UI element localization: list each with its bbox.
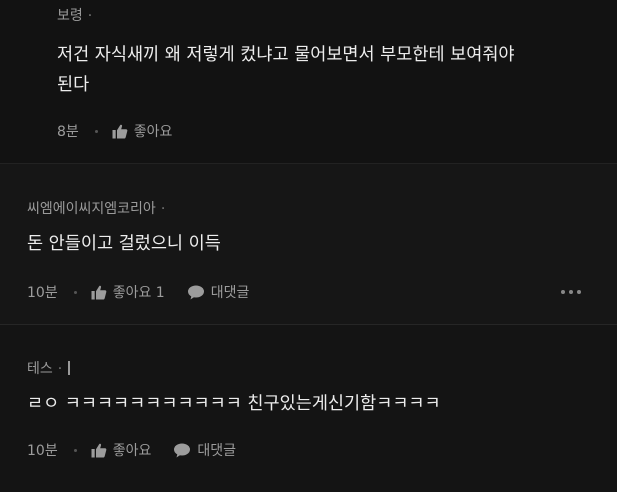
comment-item: 씨엠에이씨지엠코리아 · 돈 안들이고 걸렀으니 이득 10분 좋아요 1 대댓글	[0, 163, 617, 324]
comment-text: 저건 자식새끼 왜 저렇게 컸냐고 물어보면서 부모한테 보여줘야 된다	[57, 45, 515, 95]
comment-time: 8분	[57, 124, 79, 140]
comment-text: 돈 안들이고 걸렀으니 이득	[27, 234, 221, 254]
meta-separator	[73, 290, 77, 294]
like-button[interactable]: 좋아요 1	[91, 282, 165, 302]
like-button[interactable]: 좋아요	[91, 440, 152, 460]
reply-label: 대댓글	[197, 443, 236, 459]
comment-meta: 8분 좋아요	[57, 121, 194, 141]
author-dot: ·	[57, 361, 63, 377]
meta-separator	[94, 129, 98, 133]
author-dot: ·	[160, 201, 166, 217]
comment-list: 보령 · 저건 자식새끼 왜 저렇게 컸냐고 물어보면서 부모한테 보여줘야 된다…	[0, 0, 617, 492]
author-name[interactable]: 테스	[27, 361, 53, 377]
comment-text: ㄹㅇ ㅋㅋㅋㅋㅋㅋㅋㅋㅋㅋㅋ 친구있는게신기함ㅋㅋㅋㅋ	[27, 394, 441, 414]
speech-bubble-icon	[174, 443, 191, 457]
reply-button[interactable]: 대댓글	[187, 282, 250, 302]
like-button[interactable]: 좋아요	[112, 121, 173, 141]
text-cursor	[68, 361, 71, 375]
more-horizontal-icon	[561, 290, 565, 294]
comment-time: 10분	[27, 443, 58, 459]
thumbs-up-icon	[112, 124, 128, 138]
comment-time: 10분	[27, 285, 58, 301]
comment-item-reply: 보령 · 저건 자식새끼 왜 저렇게 컸냐고 물어보면서 부모한테 보여줘야 된다…	[0, 0, 617, 163]
reply-button[interactable]: 대댓글	[173, 440, 236, 460]
thumbs-up-icon	[91, 285, 107, 299]
like-label: 좋아요	[133, 124, 173, 140]
comment-author[interactable]: 테스 ·	[27, 358, 71, 378]
more-options-button[interactable]	[561, 290, 581, 294]
comment-author[interactable]: 보령 ·	[57, 5, 92, 25]
meta-separator	[73, 448, 77, 452]
speech-bubble-icon	[187, 285, 204, 299]
comment-author[interactable]: 씨엠에이씨지엠코리아 ·	[27, 198, 165, 218]
author-dot: ·	[87, 8, 93, 24]
thumbs-up-icon	[91, 443, 107, 457]
comment-meta: 10분 좋아요 1 대댓글	[27, 282, 249, 302]
comment-item: 테스 · ㄹㅇ ㅋㅋㅋㅋㅋㅋㅋㅋㅋㅋㅋ 친구있는게신기함ㅋㅋㅋㅋ 10분 좋아요 …	[0, 324, 617, 492]
like-label: 좋아요 1	[112, 285, 165, 301]
comment-meta: 10분 좋아요 대댓글	[27, 440, 236, 460]
reply-label: 대댓글	[210, 285, 250, 301]
author-name[interactable]: 씨엠에이씨지엠코리아	[27, 201, 156, 217]
author-name[interactable]: 보령	[57, 8, 83, 24]
like-label: 좋아요	[112, 443, 152, 459]
